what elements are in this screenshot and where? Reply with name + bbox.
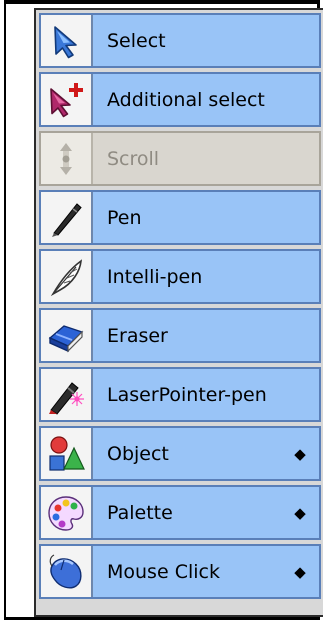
shapes-icon [41, 428, 93, 479]
submenu-arrow-icon: ◆ [294, 444, 306, 463]
menu-item-label: Scroll [107, 147, 160, 170]
menu-item-mouse-click[interactable]: Mouse Click ◆ [39, 544, 321, 599]
pen-icon [41, 192, 93, 243]
menu-item-additional-select[interactable]: Additional select [39, 72, 321, 127]
menu-frame: Select Additional select Scroll Pen Inte… [4, 0, 323, 620]
arrow-cursor-plus-icon [41, 74, 93, 125]
menu-item-label: Eraser [107, 324, 168, 347]
scroll-arrows-icon [41, 133, 93, 184]
menu-item-label: LaserPointer-pen [107, 383, 267, 406]
menu-item-scroll[interactable]: Scroll [39, 131, 321, 186]
laser-pointer-icon [41, 369, 93, 420]
feather-pen-icon [41, 251, 93, 302]
palette-icon [41, 487, 93, 538]
frame-top-border [6, 0, 317, 4]
menu-item-label: Intelli-pen [107, 265, 203, 288]
submenu-arrow-icon: ◆ [294, 503, 306, 522]
menu-item-select[interactable]: Select [39, 13, 321, 68]
menu-item-label: Object [107, 442, 169, 465]
menu-item-laserpointer-pen[interactable]: LaserPointer-pen [39, 367, 321, 422]
menu-item-intelli-pen[interactable]: Intelli-pen [39, 249, 321, 304]
menu-item-pen[interactable]: Pen [39, 190, 321, 245]
menu-item-label: Palette [107, 501, 173, 524]
menu-item-label: Pen [107, 206, 142, 229]
menu-item-label: Mouse Click [107, 560, 220, 583]
arrow-cursor-icon [41, 15, 93, 66]
menu-item-label: Select [107, 29, 166, 52]
menu-item-eraser[interactable]: Eraser [39, 308, 321, 363]
submenu-arrow-icon: ◆ [294, 562, 306, 581]
menu-item-label: Additional select [107, 88, 265, 111]
mouse-icon [41, 546, 93, 597]
menu-item-object[interactable]: Object ◆ [39, 426, 321, 481]
tool-menu: Select Additional select Scroll Pen Inte… [34, 8, 323, 617]
menu-item-palette[interactable]: Palette ◆ [39, 485, 321, 540]
eraser-icon [41, 310, 93, 361]
